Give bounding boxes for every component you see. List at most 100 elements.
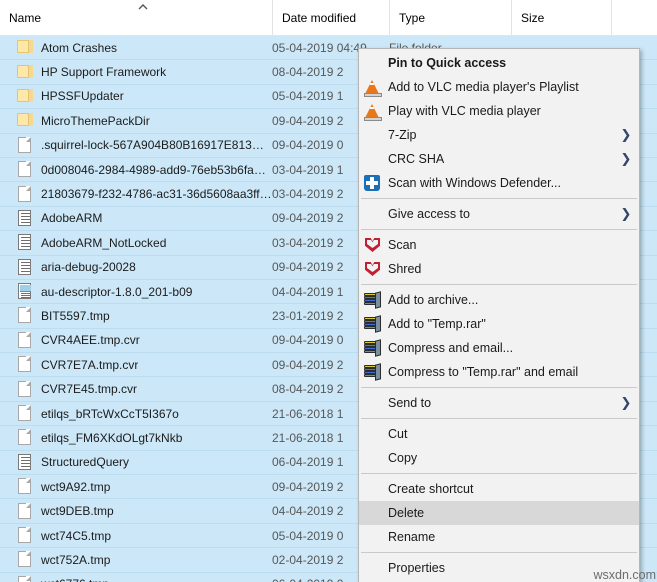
file-name-label: CVR7E7A.tmp.cvr	[41, 357, 139, 372]
page-icon	[17, 405, 33, 422]
file-name-cell[interactable]: etilqs_FM6XKdOLgt7kNkb	[0, 429, 272, 446]
menu-item-icon-empty	[359, 125, 388, 145]
context-menu[interactable]: Pin to Quick access Add to VLC media play…	[358, 48, 640, 582]
file-name-label: CVR7E45.tmp.cvr	[41, 382, 138, 397]
file-name-cell[interactable]: wct9A92.tmp	[0, 478, 272, 495]
file-name-cell[interactable]: .squirrel-lock-567A904B80B16917E813CC...	[0, 136, 272, 154]
menu-item[interactable]: Give access to ❯	[359, 202, 639, 226]
column-header-type[interactable]: Type	[389, 0, 511, 35]
menu-item[interactable]: Copy	[359, 446, 639, 470]
chevron-right-icon: ❯	[620, 206, 632, 222]
antivirus-shield-icon	[359, 259, 388, 279]
file-name-label: HP Support Framework	[41, 65, 167, 80]
winrar-icon	[359, 290, 388, 310]
menu-item[interactable]: Scan with Windows Defender...	[359, 171, 639, 195]
menu-item-label: 7-Zip	[388, 128, 417, 142]
column-header-size-label: Size	[521, 10, 545, 25]
menu-item-label: Compress and email...	[388, 341, 514, 355]
menu-item[interactable]: Compress and email...	[359, 336, 639, 360]
menu-item[interactable]: Pin to Quick access	[359, 51, 639, 75]
page-icon	[17, 478, 33, 495]
file-name-cell[interactable]: AdobeARM	[0, 209, 272, 227]
file-name-label: .squirrel-lock-567A904B80B16917E813CC...	[41, 138, 272, 153]
folder-icon	[17, 64, 33, 81]
menu-item-label: Properties	[388, 561, 445, 575]
winrar-icon	[359, 314, 388, 334]
menu-item[interactable]: Add to archive...	[359, 288, 639, 312]
xml-icon	[17, 283, 33, 300]
menu-item[interactable]: Cut	[359, 422, 639, 446]
file-name-cell[interactable]: 0d008046-2984-4989-add9-76eb53b6fa92...	[0, 161, 272, 178]
column-header-date-modified[interactable]: Date modified	[272, 0, 389, 35]
menu-item[interactable]: Rename	[359, 525, 639, 549]
file-name-label: wct74C5.tmp	[41, 528, 112, 543]
winrar-icon	[359, 338, 388, 358]
file-name-cell[interactable]: etilqs_bRTcWxCcT5I367o	[0, 405, 272, 422]
file-name-cell[interactable]: wct74C5.tmp	[0, 527, 272, 544]
menu-item-label: Give access to	[388, 207, 470, 221]
menu-item-icon-empty	[359, 503, 388, 523]
menu-item-label: Compress to "Temp.rar" and email	[388, 365, 579, 379]
page-icon	[17, 380, 33, 398]
folder-icon	[17, 39, 33, 56]
file-name-label: 21803679-f232-4786-ac31-36d5608aa3ff.j..…	[41, 187, 272, 202]
file-name-cell[interactable]: wct752A.tmp	[0, 551, 272, 568]
menu-item[interactable]: Create shortcut	[359, 477, 639, 501]
file-name-cell[interactable]: StructuredQuery	[0, 453, 272, 471]
menu-separator	[361, 229, 637, 230]
file-name-cell[interactable]: MicroThemePackDir	[0, 112, 272, 129]
menu-item[interactable]: Add to VLC media player's Playlist	[359, 75, 639, 99]
column-header-spacer	[611, 0, 657, 35]
menu-item-label: Cut	[388, 427, 408, 441]
file-name-label: AdobeARM_NotLocked	[41, 235, 167, 250]
file-name-cell[interactable]: HPSSFUpdater	[0, 88, 272, 105]
file-name-label: wct752A.tmp	[41, 552, 111, 567]
file-name-cell[interactable]: CVR4AEE.tmp.cvr	[0, 331, 272, 349]
file-name-label: Atom Crashes	[41, 40, 118, 55]
menu-item[interactable]: 7-Zip ❯	[359, 123, 639, 147]
file-name-cell[interactable]: 21803679-f232-4786-ac31-36d5608aa3ff.j..…	[0, 185, 272, 203]
menu-item-label: Add to "Temp.rar"	[388, 317, 486, 331]
file-name-cell[interactable]: AdobeARM_NotLocked	[0, 234, 272, 251]
file-name-cell[interactable]: wct9DEB.tmp	[0, 502, 272, 520]
file-name-label: CVR4AEE.tmp.cvr	[41, 333, 140, 348]
file-name-cell[interactable]: HP Support Framework	[0, 64, 272, 81]
menu-item[interactable]: Send to ❯	[359, 391, 639, 415]
menu-separator	[361, 284, 637, 285]
file-name-label: au-descriptor-1.8.0_201-b09	[41, 284, 193, 299]
menu-item-label: Delete	[388, 506, 425, 520]
file-name-cell[interactable]: aria-debug-20028	[0, 258, 272, 276]
file-name-cell[interactable]: CVR7E7A.tmp.cvr	[0, 356, 272, 373]
file-name-cell[interactable]: au-descriptor-1.8.0_201-b09	[0, 283, 272, 300]
file-name-cell[interactable]: BIT5597.tmp	[0, 307, 272, 324]
watermark-text: wsxdn.com	[593, 568, 656, 582]
file-name-cell[interactable]: Atom Crashes	[0, 39, 272, 56]
folder-icon	[17, 88, 33, 105]
menu-item-label: Scan with Windows Defender...	[388, 176, 561, 190]
sort-ascending-icon	[136, 2, 150, 14]
menu-item[interactable]: CRC SHA ❯	[359, 147, 639, 171]
menu-item[interactable]: Scan	[359, 233, 639, 257]
menu-separator	[361, 552, 637, 553]
file-name-label: aria-debug-20028	[41, 260, 136, 275]
menu-item-icon-empty	[359, 424, 388, 444]
menu-item[interactable]: Add to "Temp.rar"	[359, 312, 639, 336]
menu-item[interactable]: Shred	[359, 257, 639, 281]
file-explorer-window: Name Date modified Type Size Atom Crashe…	[0, 0, 657, 582]
file-name-cell[interactable]: CVR7E45.tmp.cvr	[0, 380, 272, 398]
file-name-label: AdobeARM	[41, 211, 103, 226]
menu-item-icon-empty	[359, 558, 388, 578]
file-name-label: HPSSFUpdater	[41, 89, 124, 104]
menu-item[interactable]: Play with VLC media player	[359, 99, 639, 123]
menu-item[interactable]: Delete	[359, 501, 639, 525]
log-icon	[17, 234, 33, 251]
chevron-right-icon: ❯	[620, 127, 632, 143]
page-icon	[17, 551, 33, 568]
log-icon	[17, 209, 33, 227]
menu-item[interactable]: Compress to "Temp.rar" and email	[359, 360, 639, 384]
column-header-size[interactable]: Size	[511, 0, 611, 35]
file-name-cell[interactable]: wct6776.tmp	[0, 575, 272, 582]
menu-item-label: Create shortcut	[388, 482, 474, 496]
menu-separator	[361, 387, 637, 388]
column-header-name-label: Name	[9, 10, 42, 25]
